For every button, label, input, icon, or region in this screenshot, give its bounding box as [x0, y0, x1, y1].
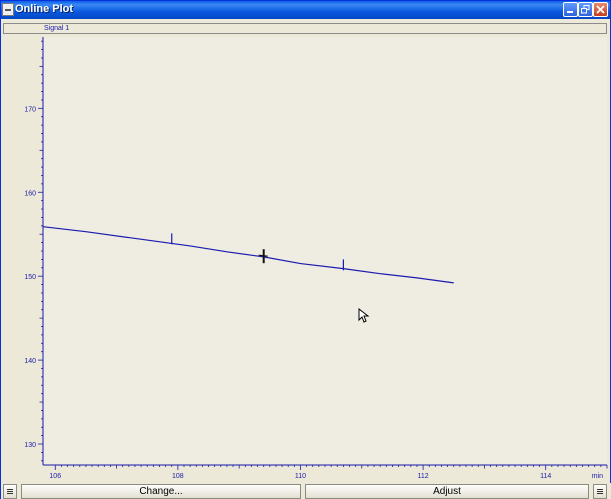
- close-button[interactable]: [593, 2, 608, 17]
- y-tick-label: 160: [24, 190, 36, 197]
- x-tick-label: 110: [295, 473, 306, 480]
- x-axis-label: min: [592, 473, 603, 480]
- title-bar[interactable]: Online Plot: [1, 1, 610, 19]
- bottom-toolbar: Change... Adjust: [1, 483, 611, 499]
- y-tick-label: 150: [24, 274, 36, 281]
- change-button[interactable]: Change...: [21, 484, 301, 499]
- y-tick-label: 140: [24, 358, 36, 365]
- close-icon: [596, 5, 605, 14]
- x-tick-label: 114: [540, 473, 551, 480]
- scroll-right-button[interactable]: [593, 484, 607, 499]
- y-tick-label: 170: [24, 106, 36, 113]
- plot-background: [43, 37, 607, 465]
- chart-svg: 130 140 150 160 170 106 108 110 112 114 min: [24, 37, 608, 480]
- x-tick-label: 106: [49, 473, 61, 480]
- window-title: Online Plot: [15, 3, 74, 15]
- x-tick-label: 108: [172, 473, 184, 480]
- mouse-pointer-icon: [358, 308, 370, 323]
- app-icon[interactable]: [2, 3, 14, 16]
- y-tick-label: 130: [24, 442, 36, 449]
- minimize-icon: [567, 11, 573, 13]
- signal-label: Signal 1: [44, 25, 70, 32]
- restore-button[interactable]: [578, 2, 593, 17]
- x-tick-label: 112: [418, 473, 429, 480]
- adjust-button[interactable]: Adjust: [305, 484, 589, 499]
- scroll-left-button[interactable]: [3, 484, 17, 499]
- online-plot-window: Online Plot Signal 1 130 140 150 160 170 106 1…: [0, 0, 611, 499]
- signal-tab-bar[interactable]: Signal 1: [3, 23, 607, 34]
- minimize-button[interactable]: [563, 2, 578, 17]
- plot-area[interactable]: 130 140 150 160 170 106 108 110 112 114 min: [1, 35, 611, 481]
- restore-icon: [581, 5, 590, 14]
